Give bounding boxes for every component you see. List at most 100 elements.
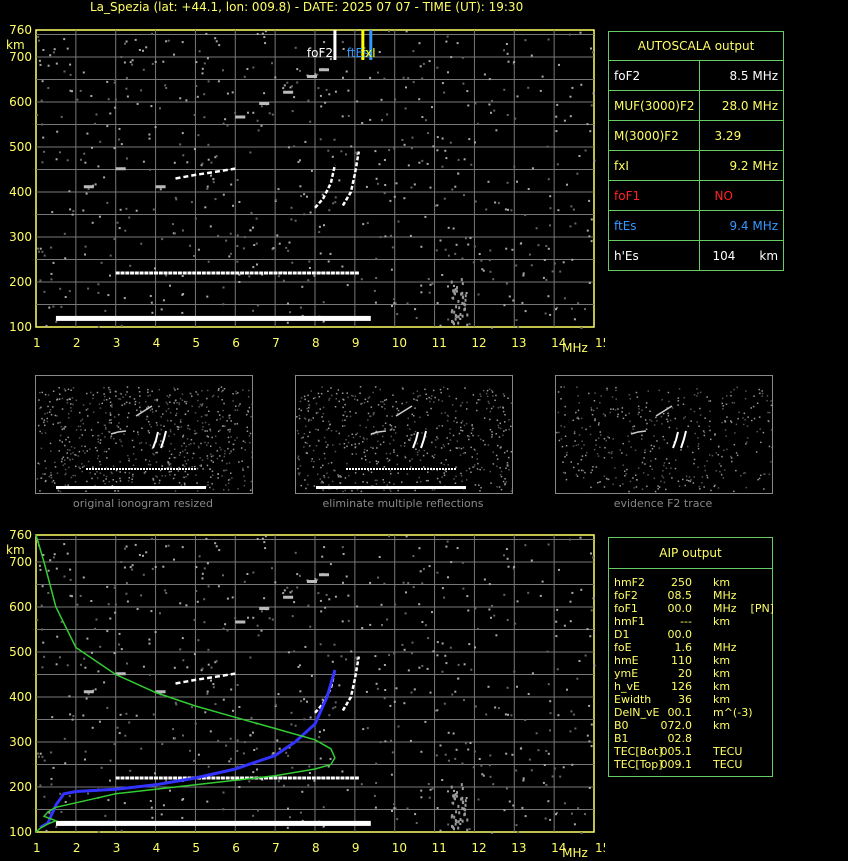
noise-dot [470,668,473,671]
noise-dot [222,409,224,412]
noise-dot [196,467,199,470]
aip-row: hmF2 250 km [614,576,774,589]
noise-dot [347,441,350,444]
noise-dot [246,413,248,416]
noise-dot [38,59,41,62]
noise-dot [641,438,643,440]
noise-dot [243,741,246,744]
noise-dot [97,165,100,168]
noise-dot [82,209,85,212]
noise-dot [376,462,378,465]
noise-dot [115,395,117,397]
noise-dot [629,398,631,400]
noise-dot [212,686,215,689]
noise-dot [596,407,598,409]
noise-dot [335,392,338,395]
noise-dot [160,440,162,442]
noise-dot [467,609,470,612]
noise-dot [449,141,452,144]
noise-dot [420,750,423,753]
noise-dot [134,543,137,546]
echo-fragment [318,573,329,577]
noise-dot [619,485,621,487]
noise-dot [356,489,359,491]
noise-dot [704,417,706,419]
noise-dot [461,806,464,810]
x-tick-label: 1 [33,336,41,350]
noise-dot [309,431,311,433]
noise-dot [49,411,51,413]
noise-dot [497,202,500,205]
noise-dot [220,448,222,451]
noise-dot [495,634,498,637]
noise-dot [182,450,184,453]
noise-dot [152,713,155,716]
noise-dot [182,734,184,737]
noise-dot [464,799,467,803]
noise-dot [504,414,506,416]
noise-dot [115,481,118,483]
noise-dot [83,152,86,155]
noise-dot [74,481,77,483]
noise-dot [699,488,701,490]
noise-dot [310,390,312,392]
noise-dot [104,482,106,485]
noise-dot [190,439,193,441]
noise-dot [487,444,490,446]
noise-dot [193,442,195,445]
noise-dot [456,42,459,45]
aip-param-unit: MHz [713,589,737,602]
noise-dot [466,323,469,327]
noise-dot [303,395,306,398]
noise-dot [477,399,479,401]
noise-dot [468,138,471,141]
noise-dot [474,102,477,105]
noise-dot [255,217,258,220]
noise-dot [391,415,393,417]
noise-dot [370,415,372,417]
noise-dot [486,407,488,410]
noise-dot [483,389,485,392]
noise-dot [327,476,330,479]
noise-dot [625,473,627,475]
noise-dot [506,686,509,689]
noise-dot [322,420,324,422]
noise-dot [57,489,60,492]
aip-param-unit: km [713,680,731,693]
noise-dot [319,408,321,410]
noise-dot [470,163,473,166]
noise-dot [97,441,99,443]
noise-dot [310,460,313,462]
noise-dot [419,65,422,68]
noise-dot [477,798,480,801]
noise-dot [545,750,548,752]
noise-dot [165,779,168,782]
noise-dot [545,278,548,281]
noise-dot [207,158,210,161]
noise-dot [119,461,121,463]
noise-dot [168,396,170,398]
noise-dot [406,424,409,426]
noise-dot [758,477,761,480]
noise-dot [328,399,330,401]
noise-dot [38,755,40,758]
noise-dot [527,591,530,594]
noise-dot [492,451,494,453]
noise-dot [507,713,509,716]
noise-dot [590,218,593,221]
echo-dot [173,468,175,470]
noise-dot [433,456,435,459]
noise-dot [339,443,341,445]
noise-dot [488,764,491,767]
noise-dot [332,707,335,710]
noise-dot [354,446,356,449]
noise-dot [489,775,492,778]
noise-dot [303,446,305,448]
noise-dot [497,426,500,429]
echo-fragment [283,90,294,94]
noise-dot [325,593,328,596]
noise-dot [489,418,491,421]
noise-dot [366,449,368,452]
echo-dot [287,776,292,780]
noise-dot [503,88,506,91]
